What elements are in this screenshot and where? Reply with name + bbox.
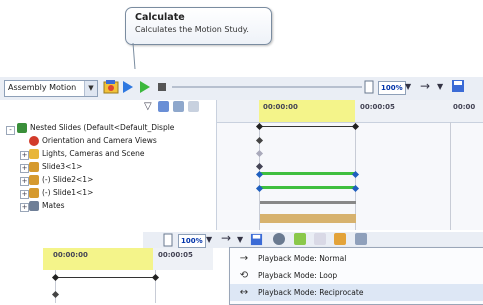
spring-icon[interactable]: [314, 233, 326, 245]
chevron-down-icon[interactable]: ▼: [84, 81, 97, 96]
tree-expander-lights[interactable]: +: [20, 151, 29, 160]
zoom-dropdown-icon[interactable]: ▼: [405, 82, 411, 91]
filter-driving-icon[interactable]: [173, 101, 184, 112]
study-properties-icon[interactable]: [355, 233, 367, 245]
assembly-icon: [17, 123, 27, 133]
menu-item-playback-normal[interactable]: → Playback Mode: Normal: [230, 250, 483, 267]
calculate-tooltip: Calculate Calculates the Motion Study.: [125, 7, 272, 45]
contact-icon[interactable]: [334, 233, 346, 245]
menu-item-playback-reciprocate[interactable]: ↔ Playback Mode: Reciprocate: [230, 284, 483, 301]
timeline-bar-bottom: [260, 214, 356, 223]
settings-icon[interactable]: [273, 233, 285, 245]
tree-expander-mates[interactable]: +: [20, 203, 29, 212]
tree-expander-slide2[interactable]: +: [20, 177, 29, 186]
ruler-time-start: 00:00:00: [53, 251, 88, 259]
tooltip-description: Calculates the Motion Study.: [135, 25, 249, 34]
orientation-icon: [29, 136, 39, 146]
ruler-time-next2: 00:00: [453, 103, 476, 111]
zoom-value[interactable]: 100%: [178, 234, 206, 248]
lights-icon: [29, 149, 39, 159]
timeline-bar-slide1: [260, 186, 356, 189]
timeline-bar-nested: [260, 126, 356, 127]
zoom-dropdown-icon[interactable]: ▼: [206, 235, 212, 244]
tree-item-lights[interactable]: Lights, Cameras and Scene: [29, 147, 144, 160]
tree-item-slide3[interactable]: Slide3<1>: [29, 160, 82, 173]
timeline-bar-nested: [56, 277, 156, 278]
calculate-icon[interactable]: [103, 79, 119, 95]
save-animation-icon[interactable]: [451, 79, 465, 93]
filter-icon[interactable]: ▽: [144, 101, 152, 112]
tree-item-nested-slides[interactable]: Nested Slides (Default<Default_Disple: [17, 121, 174, 134]
playback-loop-icon: ⟲: [239, 270, 249, 281]
tree-expander-slide1[interactable]: +: [20, 190, 29, 199]
play-icon[interactable]: [122, 80, 134, 94]
tooltip-pointer: [132, 43, 136, 69]
stop-icon[interactable]: [156, 81, 168, 93]
tree-item-mates[interactable]: Mates: [29, 199, 65, 212]
playback-mode-icon[interactable]: →: [221, 231, 231, 245]
playback-dropdown-icon[interactable]: ▼: [237, 235, 243, 244]
timeline-bar-slide2: [260, 172, 356, 175]
playback-reciprocate-icon: ↔: [239, 287, 249, 298]
ruler-time-next: 00:00:05: [360, 103, 395, 111]
tree-item-slide1[interactable]: (-) Slide1<1>: [29, 186, 93, 199]
motor-icon[interactable]: [294, 233, 306, 245]
tree-expander-slide3[interactable]: +: [20, 164, 29, 173]
filter-animated-icon[interactable]: [158, 101, 169, 112]
part-icon: [29, 162, 39, 172]
tooltip-title: Calculate: [135, 12, 185, 23]
playback-mode-menu: → Playback Mode: Normal ⟲ Playback Mode:…: [229, 247, 483, 305]
playback-mode-icon[interactable]: →: [420, 79, 430, 93]
tree-item-slide2[interactable]: (-) Slide2<1>: [29, 173, 93, 186]
study-type-value: Assembly Motion: [8, 83, 77, 92]
playback-dropdown-icon[interactable]: ▼: [437, 82, 443, 91]
study-type-select[interactable]: Assembly Motion ▼: [4, 80, 98, 97]
tree-expander-nested[interactable]: -: [6, 126, 15, 135]
ruler-time-next: 00:00:05: [158, 251, 193, 259]
playback-normal-icon: →: [239, 253, 249, 264]
save-animation-icon[interactable]: [250, 233, 263, 246]
timeline-bar-mates: [260, 201, 356, 204]
slider-handle-icon[interactable]: [364, 80, 374, 94]
part-icon: [29, 188, 39, 198]
timeline-gridline: [450, 122, 451, 230]
tree-item-orientation[interactable]: Orientation and Camera Views: [29, 134, 157, 147]
timeline-ruler-bottom[interactable]: 00:00:00 00:00:05: [43, 248, 213, 270]
menu-item-playback-loop[interactable]: ⟲ Playback Mode: Loop: [230, 267, 483, 284]
mates-icon: [29, 201, 39, 211]
zoom-value[interactable]: 100%: [378, 81, 406, 95]
timeline-slider-track[interactable]: [172, 86, 362, 88]
slider-handle-icon[interactable]: [163, 233, 173, 247]
part-icon: [29, 175, 39, 185]
timeline-ruler[interactable]: 00:00:00 00:00:05 00:00: [217, 100, 483, 123]
filter-selected-icon[interactable]: [188, 101, 199, 112]
ruler-time-start: 00:00:00: [263, 103, 298, 111]
play-from-start-icon[interactable]: [139, 80, 151, 94]
